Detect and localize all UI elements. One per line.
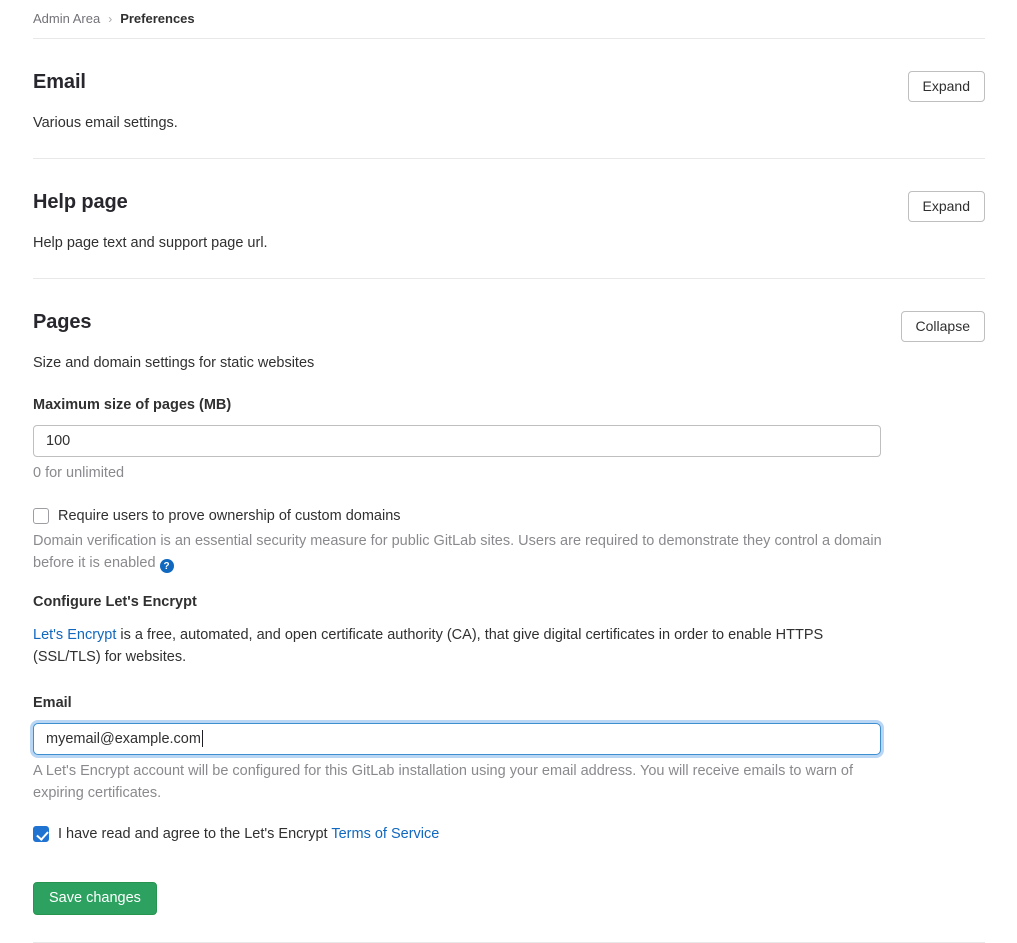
admin-preferences-page: Admin Area › Preferences Email Expand Va…: [0, 0, 1017, 943]
email-section-title: Email: [33, 71, 86, 94]
question-mark-help-icon[interactable]: ?: [160, 559, 174, 573]
lets-encrypt-link[interactable]: Let's Encrypt: [33, 627, 116, 643]
domain-verification-checkbox-label[interactable]: Require users to prove ownership of cust…: [58, 508, 401, 524]
tos-checkbox[interactable]: [33, 826, 49, 842]
lets-encrypt-email-value: myemail@example.com: [46, 731, 201, 747]
lets-encrypt-intro: Let's Encrypt is a free, automated, and …: [33, 625, 883, 669]
section-help-page: Help page Expand Help page text and supp…: [33, 159, 985, 279]
terms-of-service-link[interactable]: Terms of Service: [331, 826, 439, 842]
domain-verification-group: Require users to prove ownership of cust…: [33, 508, 985, 575]
breadcrumb-current-preferences: Preferences: [120, 11, 194, 26]
lets-encrypt-group: Configure Let's Encrypt Let's Encrypt is…: [33, 594, 985, 842]
max-pages-size-help: 0 for unlimited: [33, 463, 883, 485]
save-row: Save changes: [33, 882, 985, 915]
help-page-section-description: Help page text and support page url.: [33, 235, 985, 251]
section-email: Email Expand Various email settings.: [33, 39, 985, 159]
breadcrumb-separator: ›: [108, 12, 112, 26]
section-pages: Pages Collapse Size and domain settings …: [33, 279, 985, 943]
max-pages-size-group: Maximum size of pages (MB) 0 for unlimit…: [33, 397, 985, 485]
lets-encrypt-email-help: A Let's Encrypt account will be configur…: [33, 761, 883, 805]
domain-verification-help: Domain verification is an essential secu…: [33, 531, 883, 575]
pages-section-title: Pages: [33, 311, 91, 334]
max-pages-size-input[interactable]: [33, 425, 881, 457]
save-changes-button[interactable]: Save changes: [33, 882, 157, 915]
breadcrumb-admin-area-link[interactable]: Admin Area: [33, 11, 100, 26]
help-page-expand-button[interactable]: Expand: [908, 191, 985, 222]
help-page-section-title: Help page: [33, 191, 128, 214]
lets-encrypt-intro-text: is a free, automated, and open certifica…: [33, 627, 823, 665]
tos-group: I have read and agree to the Let's Encry…: [33, 826, 985, 842]
lets-encrypt-heading: Configure Let's Encrypt: [33, 594, 985, 610]
lets-encrypt-email-input[interactable]: myemail@example.com: [33, 723, 881, 755]
breadcrumb: Admin Area › Preferences: [33, 0, 985, 39]
email-section-description: Various email settings.: [33, 115, 985, 131]
text-cursor: [202, 730, 203, 747]
tos-checkbox-label[interactable]: I have read and agree to the Let's Encry…: [58, 826, 439, 842]
max-pages-size-label: Maximum size of pages (MB): [33, 397, 985, 413]
pages-section-description: Size and domain settings for static webs…: [33, 355, 985, 371]
email-expand-button[interactable]: Expand: [908, 71, 985, 102]
domain-verification-checkbox[interactable]: [33, 508, 49, 524]
tos-label-text: I have read and agree to the Let's Encry…: [58, 826, 331, 842]
lets-encrypt-email-group: Email myemail@example.com A Let's Encryp…: [33, 695, 985, 805]
lets-encrypt-email-label: Email: [33, 695, 985, 711]
pages-collapse-button[interactable]: Collapse: [901, 311, 985, 342]
